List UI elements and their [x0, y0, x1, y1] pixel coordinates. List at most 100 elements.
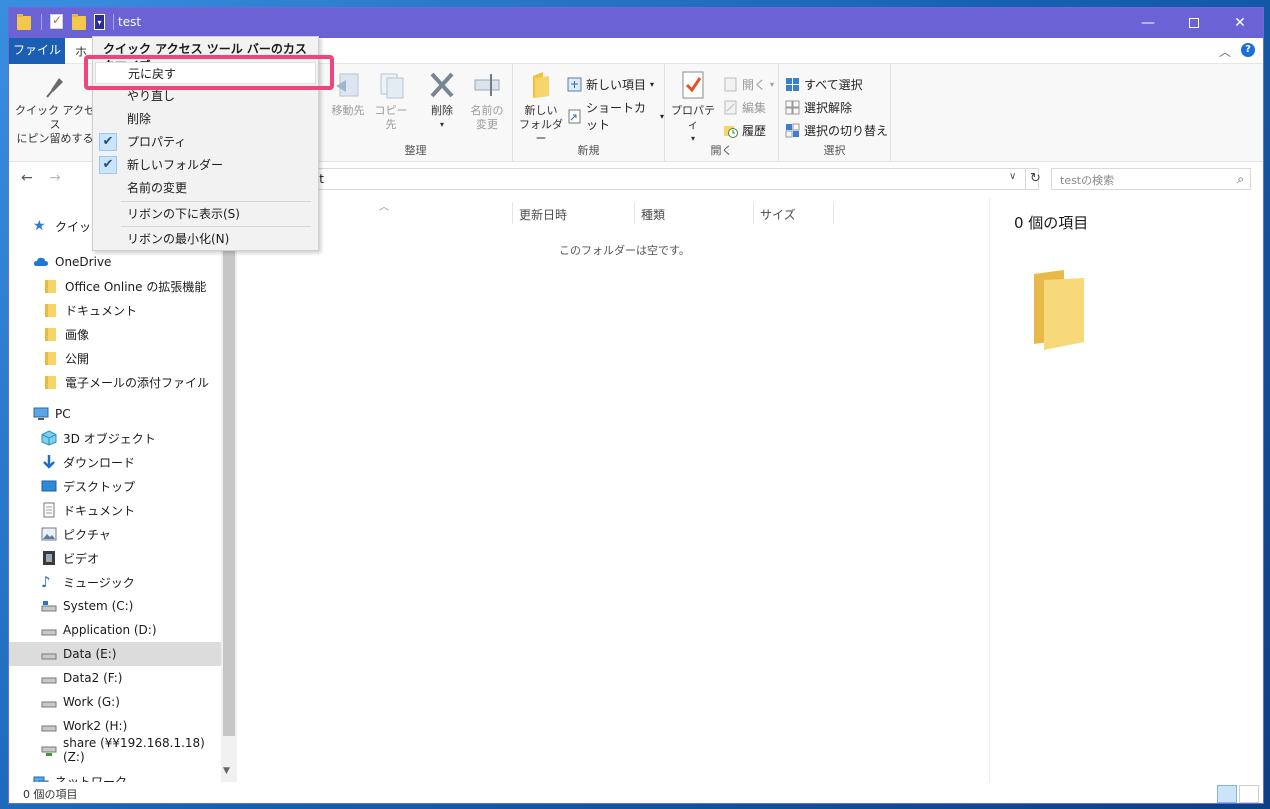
menu-separator — [121, 226, 311, 227]
column-header-size[interactable]: サイズ — [760, 206, 796, 223]
pin-quick-access-button[interactable]: クイック アクセス にピン留めする — [15, 70, 95, 146]
details-view-icon[interactable] — [1217, 785, 1237, 803]
column-header-modified[interactable]: 更新日時 — [519, 206, 567, 223]
sidebar-item-label: デスクトップ — [63, 479, 136, 494]
column-separator — [512, 202, 513, 224]
new-folder-button[interactable]: 新しい フォルダー — [517, 70, 565, 146]
select-none-label: 選択解除 — [804, 101, 853, 115]
sidebar-item-pictures[interactable]: ピクチャ — [9, 522, 221, 546]
menu-item-label: 新しいフォルダー — [127, 158, 224, 172]
menu-item-minimize-ribbon[interactable]: リボンの最小化(N) — [95, 228, 316, 250]
edit-icon — [723, 100, 738, 115]
sidebar-item-downloads[interactable]: ダウンロード — [9, 450, 221, 474]
rename-button[interactable]: 名前の 変更 — [467, 70, 507, 132]
delete-button[interactable]: 削除 ▾ — [425, 70, 459, 132]
move-to-button[interactable]: 移動先 — [329, 70, 367, 118]
large-icons-view-icon[interactable] — [1239, 785, 1259, 803]
network-drive-icon — [41, 742, 57, 758]
sidebar-item-videos[interactable]: ビデオ — [9, 546, 221, 570]
drive-icon — [41, 670, 57, 686]
menu-item-show-below-ribbon[interactable]: リボンの下に表示(S) — [95, 203, 316, 225]
select-all-button[interactable]: すべて選択 — [785, 76, 863, 93]
large-folder-icon — [1030, 270, 1088, 350]
cube-icon — [41, 430, 57, 446]
menu-item-properties[interactable]: ✔ プロパティ — [95, 131, 316, 153]
forward-arrow-icon[interactable]: → — [49, 170, 61, 186]
scroll-down-arrow-icon[interactable]: ▼ — [223, 766, 230, 776]
properties-button[interactable]: プロパティ ▾ — [667, 70, 719, 146]
column-header-type[interactable]: 種類 — [641, 206, 665, 223]
invert-selection-button[interactable]: 選択の切り替え — [785, 122, 888, 139]
toolbar-separator — [41, 14, 42, 30]
sidebar-item-onedrive[interactable]: OneDrive — [9, 250, 221, 274]
sidebar-item-label: ドキュメント — [63, 503, 136, 518]
sidebar-item-email-attachments[interactable]: 電子メールの添付ファイル — [9, 370, 221, 394]
menu-item-rename[interactable]: 名前の変更 — [95, 177, 316, 199]
sidebar-item-label: Data (E:) — [63, 647, 117, 661]
new-folder-icon[interactable] — [72, 14, 88, 30]
select-all-label: すべて選択 — [804, 78, 863, 92]
sidebar-item-3d-objects[interactable]: 3D オブジェクト — [9, 426, 221, 450]
ribbon-group-organize: 移動先 コピー先 削除 ▾ 名前の 変更 整理 — [319, 64, 513, 162]
title-bar[interactable]: ▾ test — ✕ — [9, 8, 1263, 38]
explorer-window: ▾ test — ✕ ファイル ホ ︿ ? クイック アクセス にピン留めする — [8, 7, 1264, 804]
address-bar[interactable] — [239, 168, 1039, 190]
sidebar-item-music[interactable]: ♪ ミュージック — [9, 570, 221, 594]
qat-dropdown-icon[interactable]: ▾ — [94, 14, 105, 30]
search-placeholder: testの検索 — [1060, 174, 1115, 187]
select-none-button[interactable]: 選択解除 — [785, 99, 852, 116]
menu-item-delete[interactable]: 削除 — [95, 108, 316, 130]
sidebar-item-onedrive-documents[interactable]: ドキュメント — [9, 298, 221, 322]
tab-file[interactable]: ファイル — [9, 38, 65, 64]
column-separator — [833, 202, 834, 224]
folder-icon — [43, 374, 59, 390]
sidebar-scrollbar-thumb[interactable] — [223, 202, 235, 736]
sidebar-item-drive-d[interactable]: Application (D:) — [9, 618, 221, 642]
select-none-icon — [785, 100, 800, 115]
sidebar-item-drive-f[interactable]: Data2 (F:) — [9, 666, 221, 690]
open-button[interactable]: 開く ▾ — [723, 76, 774, 93]
cloud-icon — [33, 254, 49, 270]
shortcut-button[interactable]: ショートカット ▾ — [567, 99, 664, 133]
ribbon-expand-icon[interactable]: ︿ — [1219, 43, 1231, 60]
ribbon-group-select: すべて選択 選択解除 選択の切り替え 選択 — [779, 64, 891, 162]
edit-button[interactable]: 編集 — [723, 99, 766, 116]
refresh-icon[interactable]: ↻ — [1025, 168, 1045, 190]
history-button[interactable]: 履歴 — [723, 122, 766, 139]
properties-icon[interactable] — [50, 13, 66, 30]
star-icon: ★ — [33, 218, 46, 234]
file-list[interactable]: ︿ 更新日時 種類 サイズ このフォルダーは空です。 — [239, 198, 987, 782]
copy-to-button[interactable]: コピー先 — [371, 70, 411, 132]
menu-item-new-folder[interactable]: ✔ 新しいフォルダー — [95, 154, 316, 176]
drive-icon — [41, 598, 57, 614]
pc-icon — [33, 406, 49, 422]
sidebar-item-public[interactable]: 公開 — [9, 346, 221, 370]
check-icon: ✔ — [99, 133, 117, 151]
minimize-button[interactable]: — — [1125, 8, 1171, 38]
back-arrow-icon[interactable]: ← — [21, 170, 33, 186]
sidebar-item-office-online[interactable]: Office Online の拡張機能 — [9, 274, 221, 298]
sidebar-item-drive-c[interactable]: System (C:) — [9, 594, 221, 618]
address-dropdown-icon[interactable]: ∨ — [1009, 171, 1016, 182]
sidebar-item-desktop[interactable]: デスクトップ — [9, 474, 221, 498]
close-button[interactable]: ✕ — [1217, 8, 1263, 38]
sidebar-item-label: ミュージック — [63, 575, 135, 590]
copy-to-label: コピー先 — [374, 104, 408, 131]
sidebar-item-drive-g[interactable]: Work (G:) — [9, 690, 221, 714]
sidebar-item-documents[interactable]: ドキュメント — [9, 498, 221, 522]
sidebar-item-label: Data2 (F:) — [63, 671, 123, 685]
sidebar-item-drive-h[interactable]: Work2 (H:) — [9, 714, 221, 738]
sort-arrow-icon: ︿ — [379, 202, 389, 213]
details-pane: 0 個の項目 — [989, 198, 1259, 782]
group-label-open: 開く — [710, 144, 733, 157]
maximize-button[interactable] — [1171, 8, 1217, 38]
new-item-button[interactable]: 新しい項目 ▾ — [567, 76, 654, 93]
sidebar-item-drive-e[interactable]: Data (E:) — [9, 642, 221, 666]
sidebar-item-images[interactable]: 画像 — [9, 322, 221, 346]
search-icon[interactable]: ⌕ — [1237, 172, 1244, 187]
menu-item-label: プロパティ — [127, 135, 187, 149]
sidebar-item-drive-z[interactable]: share (¥¥192.168.1.18) (Z:) — [9, 736, 221, 764]
sidebar-item-pc[interactable]: PC — [9, 402, 221, 426]
search-input[interactable]: testの検索 ⌕ — [1051, 168, 1251, 190]
help-icon[interactable]: ? — [1241, 43, 1255, 57]
